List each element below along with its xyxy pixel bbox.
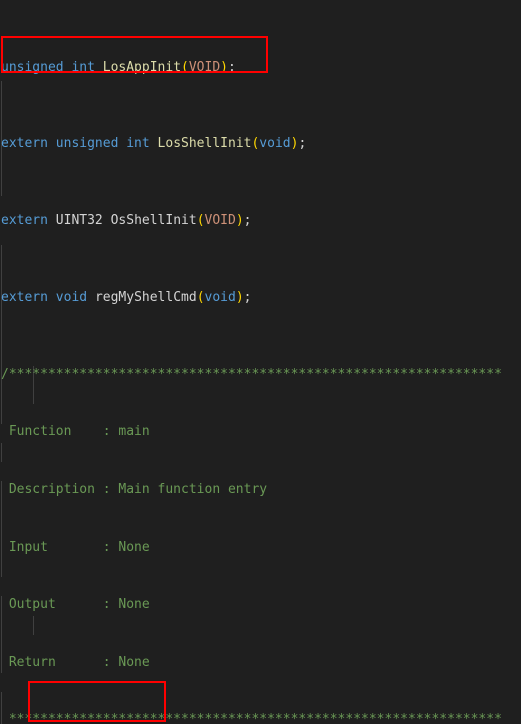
token-punct: ; [228, 59, 236, 75]
code-line[interactable]: ****************************************… [0, 710, 521, 724]
code-line[interactable]: Return : None [0, 653, 521, 672]
token-paren: ) [220, 59, 228, 75]
code-line[interactable]: extern unsigned int LosShellInit(void); [0, 134, 521, 153]
token-keyword: void [55, 290, 88, 305]
code-line[interactable]: Output : None [0, 595, 521, 614]
code-line[interactable]: extern void regMyShellCmd(void); [0, 288, 521, 307]
token-keyword: void [204, 290, 236, 305]
code-editor[interactable]: unsigned int LosAppInit(VOID); extern un… [0, 0, 521, 724]
token-keyword: extern [1, 213, 48, 229]
token-punct: ; [298, 136, 307, 152]
token-function: LosAppInit [102, 59, 182, 75]
code-line[interactable]: Function : main [0, 422, 521, 441]
token-comment: Output : None [1, 597, 150, 613]
token-comment: ****************************************… [1, 712, 502, 724]
code-line[interactable]: Description : Main function entry [0, 480, 521, 499]
token-paren: ( [196, 290, 205, 305]
token-keyword: extern unsigned int [1, 136, 150, 152]
token-punct: ; [243, 213, 252, 229]
token-macro: VOID [204, 213, 236, 229]
token-paren: ( [181, 59, 189, 75]
token-punct: ; [243, 290, 252, 305]
token-comment: /***************************************… [1, 366, 502, 382]
code-line[interactable]: Input : None [0, 538, 521, 557]
code-line[interactable]: /***************************************… [0, 365, 521, 384]
token-function: LosShellInit [157, 136, 252, 152]
token-paren: ) [235, 290, 244, 305]
token-comment: Input : None [1, 539, 150, 555]
token-keyword: unsigned int [1, 59, 95, 75]
token-keyword: extern [1, 290, 48, 305]
token-comment: Return : None [1, 654, 150, 670]
token-paren: ( [196, 213, 205, 229]
token-comment: Function : main [1, 424, 150, 440]
token-type: UINT32 [55, 213, 103, 229]
token-paren: ) [235, 213, 244, 229]
token-function: OsShellInit [110, 213, 197, 229]
token-keyword: void [259, 136, 291, 152]
token-comment: Description : Main function entry [1, 481, 268, 497]
token-macro: VOID [188, 59, 221, 75]
code-content: unsigned int LosAppInit(VOID); extern un… [0, 0, 521, 724]
token-function: regMyShellCmd [94, 290, 197, 305]
code-line[interactable]: extern UINT32 OsShellInit(VOID); [0, 211, 521, 230]
code-line[interactable]: unsigned int LosAppInit(VOID); [0, 58, 521, 77]
